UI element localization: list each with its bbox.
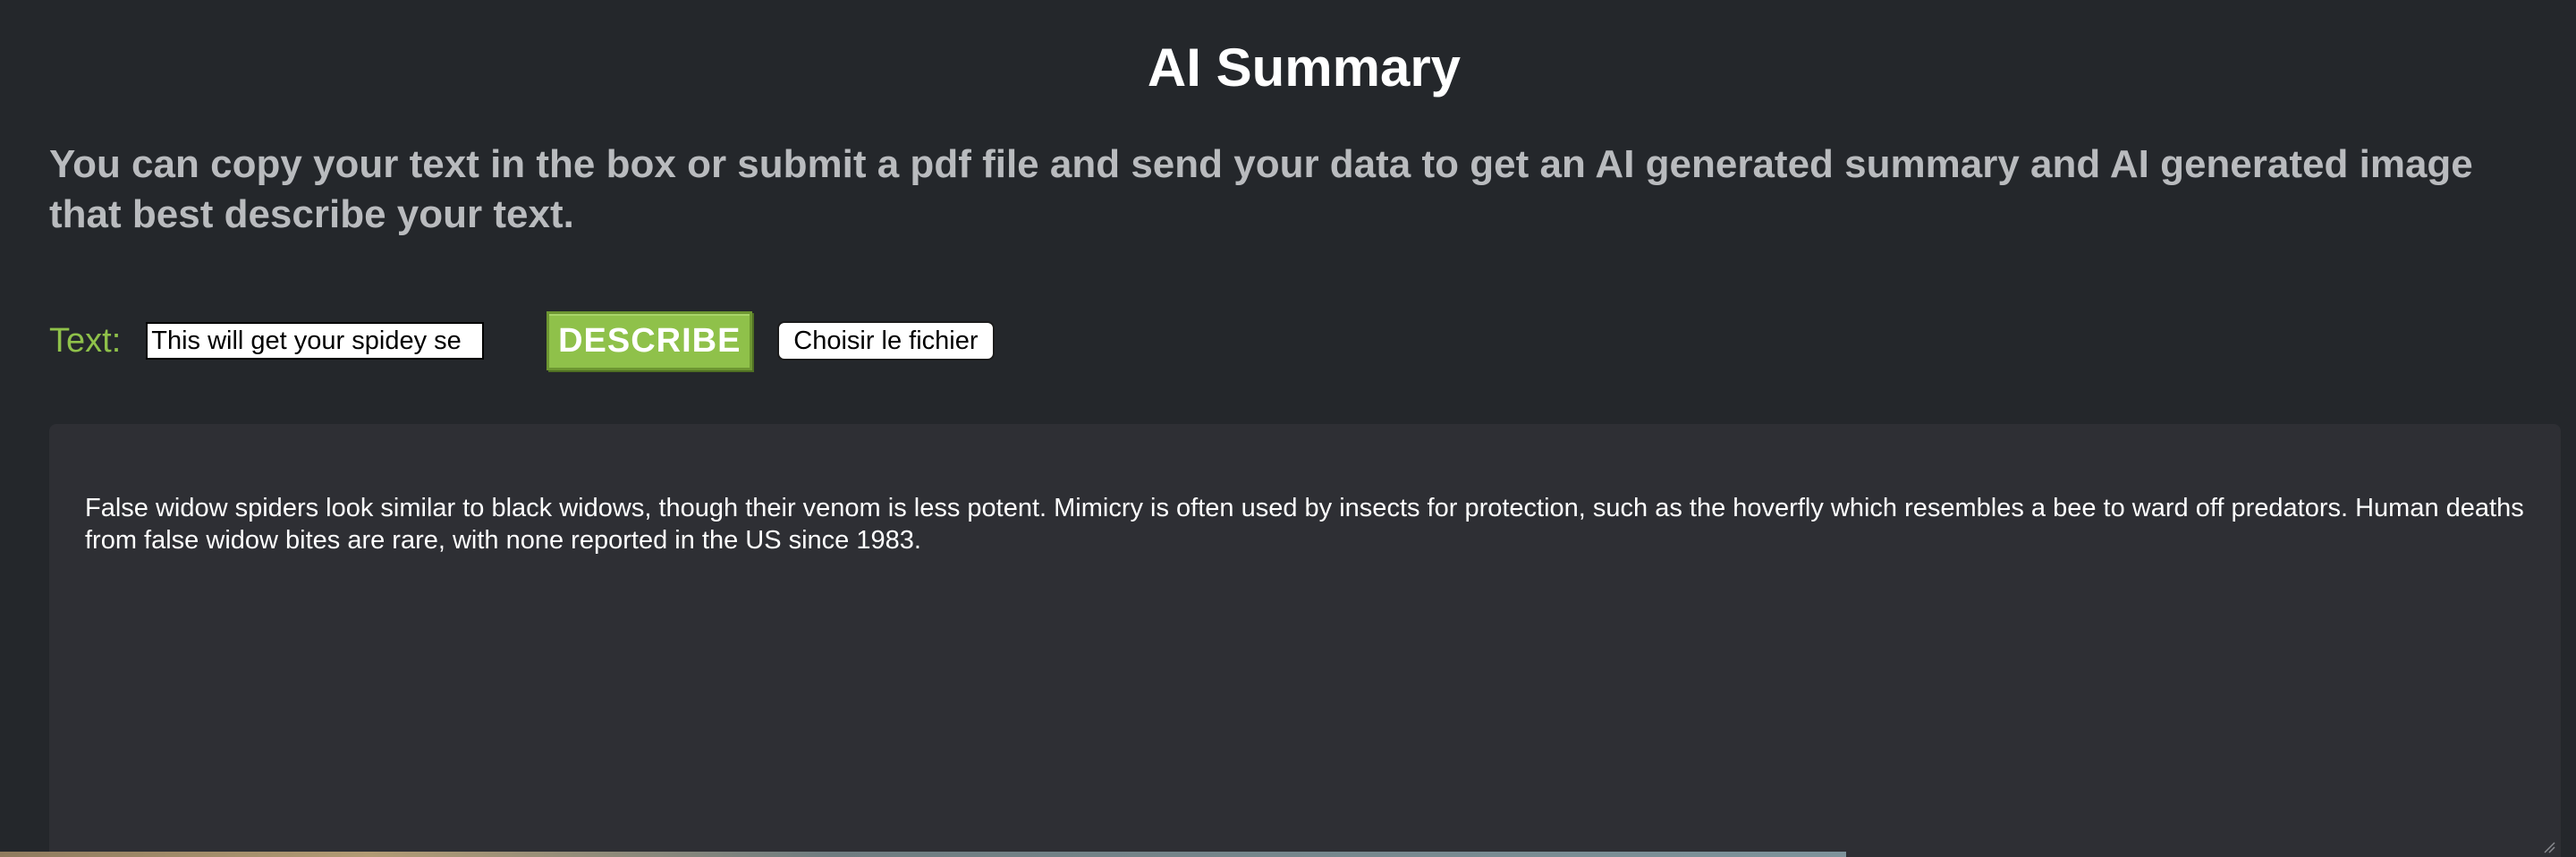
page: AI Summary You can copy your text in the… (0, 0, 2576, 857)
summary-text: False widow spiders look similar to blac… (85, 494, 2524, 555)
summary-textarea[interactable]: False widow spiders look similar to blac… (49, 424, 2561, 857)
page-title: AI Summary (1147, 38, 1462, 98)
choose-file-button[interactable]: Choisir le fichier (777, 321, 995, 361)
input-form: Text: DESCRIBE Choisir le fichier (49, 311, 995, 370)
intro-text: You can copy your text in the box or sub… (49, 142, 2473, 236)
describe-button[interactable]: DESCRIBE (547, 311, 753, 370)
text-input[interactable] (146, 322, 485, 360)
text-label: Text: (49, 322, 122, 360)
generated-image-preview (0, 852, 1846, 857)
resize-handle-icon[interactable] (2543, 841, 2555, 853)
